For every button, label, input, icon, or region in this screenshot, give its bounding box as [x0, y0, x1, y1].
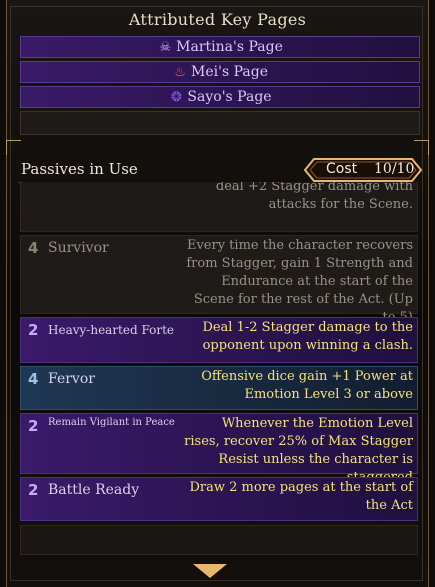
passive-cost: 2 — [28, 481, 39, 499]
scroll-down-arrow-icon[interactable] — [193, 564, 227, 578]
passive-empty-slot[interactable] — [20, 525, 418, 555]
frame-corner-left — [6, 140, 21, 155]
passive-description: Draw 2 more pages at the start of the Ac… — [189, 480, 413, 513]
cost-label: Cost — [326, 161, 358, 177]
passive-list[interactable]: Charge at the start of the Scene; deal +… — [20, 182, 418, 527]
passive-item-heavy-hearted-forte[interactable]: 2 Heavy-hearted Forte Deal 1-2 Stagger d… — [20, 317, 418, 363]
cost-badge: Cost 10/10 — [304, 158, 422, 182]
cost-value: 10/10 — [374, 161, 415, 177]
passive-description: Every time the character recovers from S… — [186, 238, 413, 325]
passive-cost: 4 — [28, 239, 39, 257]
attributed-page-label: Sayo's Page — [187, 89, 272, 105]
passive-description: Charge at the start of the Scene; deal +… — [215, 182, 413, 212]
passive-name: Heavy-hearted Forte — [48, 323, 175, 337]
attributed-page-empty-slot[interactable] — [20, 111, 420, 135]
spiral-icon: ❂ — [170, 89, 182, 105]
attributed-page-sayo[interactable]: ❂ Sayo's Page — [20, 86, 420, 108]
attributed-page-label: Mei's Page — [191, 64, 268, 80]
passive-item[interactable]: Charge at the start of the Scene; deal +… — [20, 182, 418, 232]
passive-description: Deal 1-2 Stagger damage to the opponent … — [202, 320, 413, 353]
passive-name: Fervor — [48, 371, 95, 387]
attributed-page-mei[interactable]: ♨ Mei's Page — [20, 61, 420, 83]
frame-corner-right — [414, 140, 429, 155]
passive-item-battle-ready[interactable]: 2 Battle Ready Draw 2 more pages at the … — [20, 477, 418, 521]
crossed-skull-icon: ☠ — [159, 39, 171, 55]
passive-name: Battle Ready — [48, 482, 140, 498]
attributed-page-martina[interactable]: ☠ Martina's Page — [20, 36, 420, 58]
passives-header: Passives in Use Cost 10/10 — [18, 158, 422, 183]
passive-cost: 2 — [28, 321, 39, 339]
passive-name: Remain Vigilant in Peace — [48, 417, 175, 428]
passive-item-fervor[interactable]: 4 Fervor Offensive dice gain +1 Power at… — [20, 366, 418, 410]
passives-title: Passives in Use — [21, 160, 138, 178]
passive-description: Offensive dice gain +1 Power at Emotion … — [201, 369, 413, 402]
passive-cost: 4 — [28, 370, 39, 388]
passive-item-remain-vigilant[interactable]: 2 Remain Vigilant in Peace Whenever the … — [20, 413, 418, 485]
attributed-pages-list: ☠ Martina's Page ♨ Mei's Page ❂ Sayo's P… — [20, 36, 420, 138]
flame-icon: ♨ — [174, 64, 186, 80]
attributed-page-label: Martina's Page — [176, 39, 283, 55]
passive-item-survivor[interactable]: 4 Survivor Every time the character reco… — [20, 235, 418, 325]
passive-cost: 2 — [28, 417, 39, 435]
attributed-key-pages-title: Attributed Key Pages — [128, 10, 307, 29]
passive-name: Survivor — [48, 240, 109, 256]
